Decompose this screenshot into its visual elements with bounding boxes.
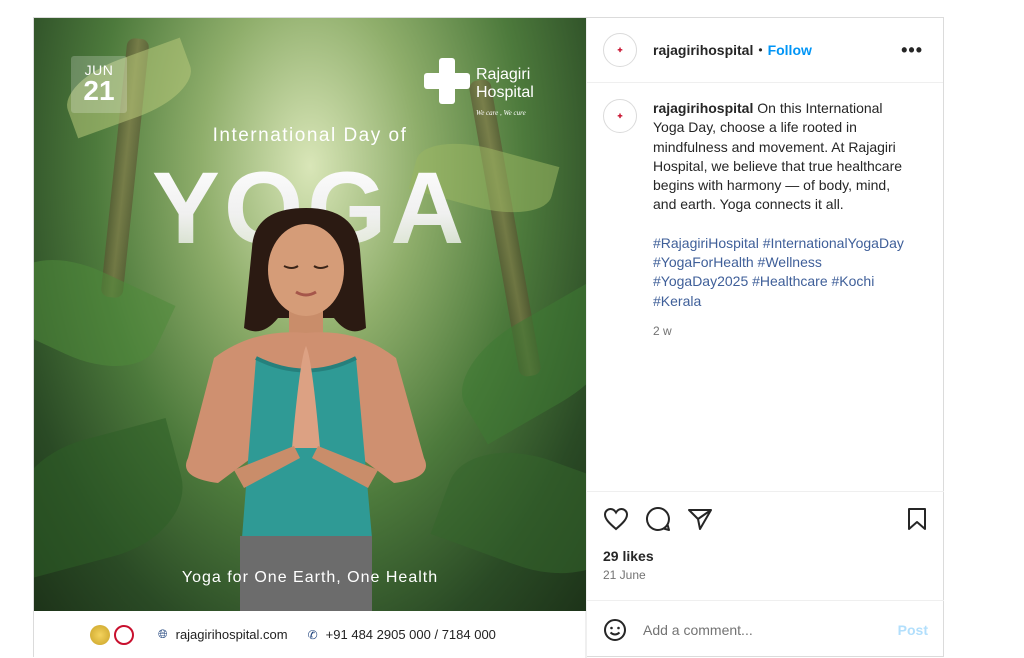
caption-hashtags[interactable]: #RajagiriHospital #InternationalYogaDay … [653, 235, 904, 309]
avatar[interactable]: ✚ [603, 33, 637, 67]
footer-phone: +91 484 2905 000 / 7184 000 [325, 627, 496, 642]
share-icon[interactable] [687, 507, 713, 531]
phone-icon: ✆ [307, 627, 318, 642]
comment-icon[interactable] [645, 506, 671, 532]
bookmark-icon[interactable] [906, 507, 928, 531]
accreditation-icon [114, 624, 134, 645]
post-date: 21 June [603, 568, 646, 582]
separator-dot: • [758, 43, 763, 57]
instagram-post: JUN 21 Rajagiri Hospital We care , We cu… [33, 17, 944, 658]
headline-small: International Day of [212, 125, 408, 146]
emoji-icon[interactable] [603, 618, 627, 642]
logo-name-line1: Rajagiri [476, 66, 531, 83]
follow-button[interactable]: Follow [768, 42, 812, 58]
time-ago: 2 w [653, 323, 672, 338]
gold-award-icon [90, 624, 110, 645]
header-username[interactable]: rajagirihospital [653, 42, 753, 58]
image-footer-strip: 🌐︎ rajagirihospital.com ✆ +91 484 2905 0… [34, 611, 586, 658]
caption-text: On this International Yoga Day, choose a… [653, 100, 903, 213]
logo-tagline: We care , We cure [476, 109, 526, 117]
hospital-logo: Rajagiri Hospital We care , We cure [424, 58, 534, 122]
logo-name-line2: Hospital [476, 84, 534, 101]
caption-block: ✚ rajagirihospital On this International… [587, 83, 943, 341]
caption-username[interactable]: rajagirihospital [653, 100, 753, 116]
hospital-avatar-icon: ✚ [617, 113, 623, 120]
comment-input[interactable] [643, 621, 883, 638]
date-day: 21 [83, 75, 115, 106]
post-tagline: Yoga for One Earth, One Health [181, 569, 439, 586]
footer-website: rajagirihospital.com [175, 627, 288, 642]
date-badge: JUN 21 [71, 56, 127, 113]
woman-meditating-illustration [186, 208, 426, 611]
avatar[interactable]: ✚ [603, 99, 637, 133]
comment-bar: Post [587, 600, 944, 658]
post-image[interactable]: JUN 21 Rajagiri Hospital We care , We cu… [34, 18, 586, 611]
hospital-avatar-icon: ✚ [617, 47, 623, 54]
more-options-icon[interactable]: ••• [901, 40, 923, 61]
heart-icon[interactable] [603, 507, 629, 531]
post-comment-button[interactable]: Post [898, 622, 928, 638]
likes-count[interactable]: 29 likes [603, 548, 928, 564]
cross-logo-icon [424, 58, 470, 104]
actions-bar: 29 likes 21 June [587, 491, 944, 582]
post-details-panel: ✚ rajagirihospital • Follow ••• ✚ rajagi… [586, 18, 944, 658]
post-header: ✚ rajagirihospital • Follow ••• [587, 18, 943, 83]
globe-icon: 🌐︎ [158, 627, 168, 641]
